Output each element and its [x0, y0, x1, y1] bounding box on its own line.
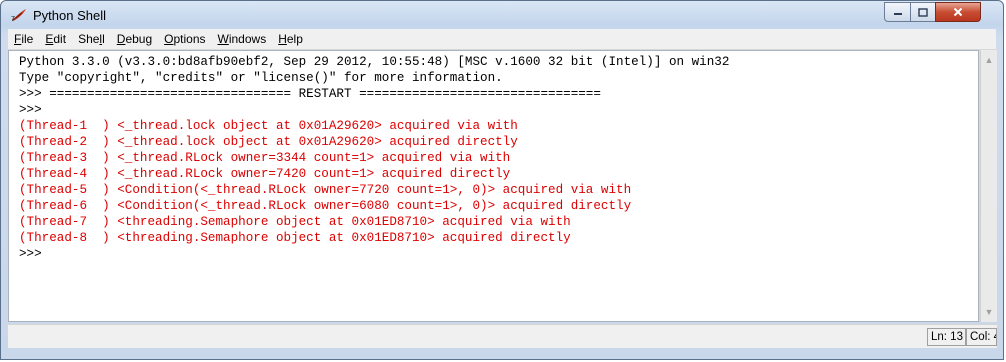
- menu-edit[interactable]: Edit: [39, 32, 72, 46]
- menu-file[interactable]: File: [8, 32, 39, 46]
- close-button[interactable]: [935, 2, 981, 22]
- scroll-up-icon[interactable]: ▲: [981, 52, 997, 68]
- shell-line: Type "copyright", "credits" or "license(…: [19, 71, 503, 85]
- shell-line: (Thread-7 ) <threading.Semaphore object …: [19, 215, 571, 229]
- shell-line: (Thread-5 ) <Condition(<_thread.RLock ow…: [19, 183, 632, 197]
- shell-line: (Thread-8 ) <threading.Semaphore object …: [19, 231, 571, 245]
- column-number-indicator: Col: 4: [966, 328, 997, 346]
- shell-line: (Thread-6 ) <Condition(<_thread.RLock ow…: [19, 199, 632, 213]
- svg-text:7: 7: [11, 16, 15, 22]
- menu-debug[interactable]: Debug: [111, 32, 158, 46]
- maximize-icon: [918, 7, 928, 17]
- line-number-indicator: Ln: 13: [927, 328, 966, 346]
- shell-line: (Thread-4 ) <_thread.RLock owner=7420 co…: [19, 167, 511, 181]
- shell-line: >>>: [19, 247, 50, 261]
- menu-windows[interactable]: Windows: [212, 32, 273, 46]
- title-bar[interactable]: 7 Python Shell: [1, 1, 1003, 29]
- shell-line: >>>: [19, 103, 50, 117]
- maximize-button[interactable]: [910, 2, 936, 22]
- status-bar: Ln: 13 Col: 4: [8, 324, 997, 348]
- tk-feather-icon: 7: [11, 9, 26, 22]
- menu-bar: File Edit Shell Debug Options Windows Help: [8, 29, 996, 50]
- shell-line: (Thread-1 ) <_thread.lock object at 0x01…: [19, 119, 518, 133]
- menu-options[interactable]: Options: [158, 32, 211, 46]
- shell-line: >>> ================================ RES…: [19, 87, 601, 101]
- shell-text-area[interactable]: Python 3.3.0 (v3.3.0:bd8afb90ebf2, Sep 2…: [8, 50, 979, 322]
- menu-help[interactable]: Help: [272, 32, 309, 46]
- python-shell-window: 7 Python Shell File Edit Shell Debug Options…: [0, 0, 1004, 360]
- minimize-icon: [893, 13, 902, 15]
- shell-line: Python 3.3.0 (v3.3.0:bd8afb90ebf2, Sep 2…: [19, 55, 730, 69]
- minimize-button[interactable]: [884, 2, 911, 22]
- scroll-down-icon[interactable]: ▼: [981, 304, 997, 320]
- close-icon: [953, 7, 963, 17]
- shell-line: (Thread-3 ) <_thread.RLock owner=3344 co…: [19, 151, 511, 165]
- shell-line: (Thread-2 ) <_thread.lock object at 0x01…: [19, 135, 518, 149]
- vertical-scrollbar[interactable]: ▲ ▼: [980, 50, 997, 322]
- window-title: Python Shell: [33, 8, 106, 23]
- menu-shell[interactable]: Shell: [72, 32, 111, 46]
